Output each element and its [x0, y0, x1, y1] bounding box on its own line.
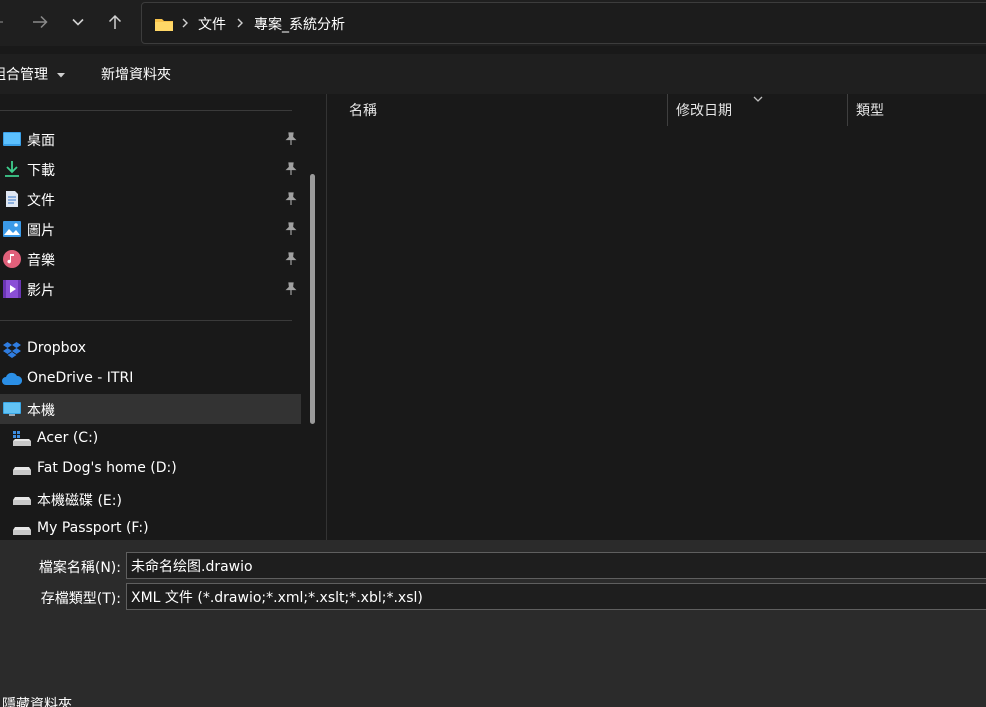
column-separator[interactable] — [667, 94, 668, 126]
nav-item-videos[interactable]: 影片 — [0, 274, 301, 304]
filetype-label: 存檔類型(T): — [40, 591, 121, 607]
videos-icon — [3, 280, 21, 298]
nav-label: 影片 — [27, 283, 55, 299]
pin-icon — [285, 132, 297, 145]
forward-arrow-icon — [33, 15, 48, 29]
breadcrumb-documents[interactable]: 文件 — [198, 14, 226, 34]
filetype-select[interactable]: XML 文件 (*.drawio;*.xml;*.xslt;*.xbl;*.xs… — [126, 583, 986, 610]
address-bar[interactable]: 文件 專案_系統分析 — [141, 2, 986, 44]
sort-chevron-icon — [753, 96, 763, 102]
back-button[interactable] — [0, 8, 10, 36]
nav-label: 文件 — [27, 193, 55, 209]
dropbox-icon — [3, 342, 21, 358]
nav-item-drive-e[interactable]: 本機磁碟 (E:) — [0, 484, 301, 514]
navigation-pane: 桌面 下載 文件 圖片 音樂 影片 Dropbox OneDrive - ITR… — [0, 94, 320, 540]
nav-item-downloads[interactable]: 下載 — [0, 154, 301, 184]
chevron-right-icon — [182, 18, 188, 28]
organize-button[interactable]: 組合管理 — [0, 64, 66, 84]
save-options-panel: 檔案名稱(N): 未命名绘图.drawio 存檔類型(T): XML 文件 (*… — [0, 540, 986, 707]
new-folder-button[interactable]: 新增資料夾 — [101, 64, 171, 84]
nav-label: My Passport (F:) — [37, 520, 149, 536]
nav-label: Acer (C:) — [37, 430, 99, 446]
nav-label: 本機磁碟 (E:) — [37, 493, 122, 509]
nav-item-documents[interactable]: 文件 — [0, 184, 301, 214]
document-icon — [6, 191, 18, 207]
pictures-icon — [3, 221, 21, 237]
command-bar: 組合管理 新增資料夾 — [0, 54, 986, 94]
pin-icon — [285, 222, 297, 235]
chevron-right-icon — [237, 18, 243, 28]
nav-item-drive-d[interactable]: Fat Dog's home (D:) — [0, 454, 301, 484]
up-arrow-icon — [108, 14, 122, 29]
drive-icon — [13, 527, 31, 535]
nav-item-drive-c[interactable]: Acer (C:) — [0, 424, 301, 454]
nav-item-dropbox[interactable]: Dropbox — [0, 334, 301, 364]
nav-item-desktop[interactable]: 桌面 — [0, 124, 301, 154]
music-icon — [3, 250, 21, 268]
nav-divider — [0, 110, 292, 111]
this-pc-icon — [3, 402, 21, 416]
onedrive-icon — [2, 372, 22, 385]
nav-label: OneDrive - ITRI — [27, 370, 134, 386]
drive-icon — [13, 467, 31, 475]
pin-icon — [285, 252, 297, 265]
column-header-date-modified[interactable]: 修改日期 — [676, 100, 732, 120]
pin-icon — [285, 162, 297, 175]
up-button[interactable] — [101, 8, 129, 36]
breadcrumb-current-folder[interactable]: 專案_系統分析 — [254, 14, 345, 34]
pin-icon — [285, 282, 297, 295]
chevron-down-icon — [72, 18, 84, 26]
pin-icon — [285, 192, 297, 205]
navigation-scrollbar[interactable] — [310, 174, 315, 424]
file-list: 名稱 修改日期 類型 — [327, 94, 986, 540]
download-icon — [5, 161, 19, 177]
forward-button[interactable] — [26, 8, 54, 36]
organize-label: 組合管理 — [0, 67, 48, 83]
caret-down-icon — [57, 73, 66, 78]
nav-label: 桌面 — [27, 133, 55, 149]
system-drive-icon — [13, 431, 31, 446]
column-header-name[interactable]: 名稱 — [349, 100, 377, 120]
drive-icon — [13, 497, 31, 505]
nav-label: Fat Dog's home (D:) — [37, 460, 177, 476]
nav-item-this-pc[interactable]: 本機 — [0, 394, 301, 424]
nav-divider — [0, 320, 292, 321]
nav-item-pictures[interactable]: 圖片 — [0, 214, 301, 244]
nav-item-drive-f[interactable]: My Passport (F:) — [0, 514, 301, 540]
filename-input[interactable]: 未命名绘图.drawio — [126, 552, 986, 579]
column-header-type[interactable]: 類型 — [856, 100, 884, 120]
folder-icon — [155, 19, 173, 31]
desktop-icon — [3, 132, 21, 146]
navigation-bar: 文件 專案_系統分析 — [0, 0, 986, 46]
filename-label: 檔案名稱(N): — [38, 560, 121, 576]
nav-item-music[interactable]: 音樂 — [0, 244, 301, 274]
column-separator[interactable] — [847, 94, 848, 126]
nav-label: Dropbox — [27, 340, 86, 356]
nav-label: 下載 — [27, 163, 55, 179]
hide-folders-toggle[interactable]: 隱藏資料夾 — [2, 694, 72, 707]
nav-item-onedrive[interactable]: OneDrive - ITRI — [0, 364, 301, 394]
back-arrow-icon — [0, 21, 3, 23]
nav-label: 音樂 — [27, 253, 55, 269]
nav-label: 本機 — [27, 403, 55, 419]
nav-label: 圖片 — [27, 223, 55, 239]
recent-locations-button[interactable] — [64, 8, 92, 36]
